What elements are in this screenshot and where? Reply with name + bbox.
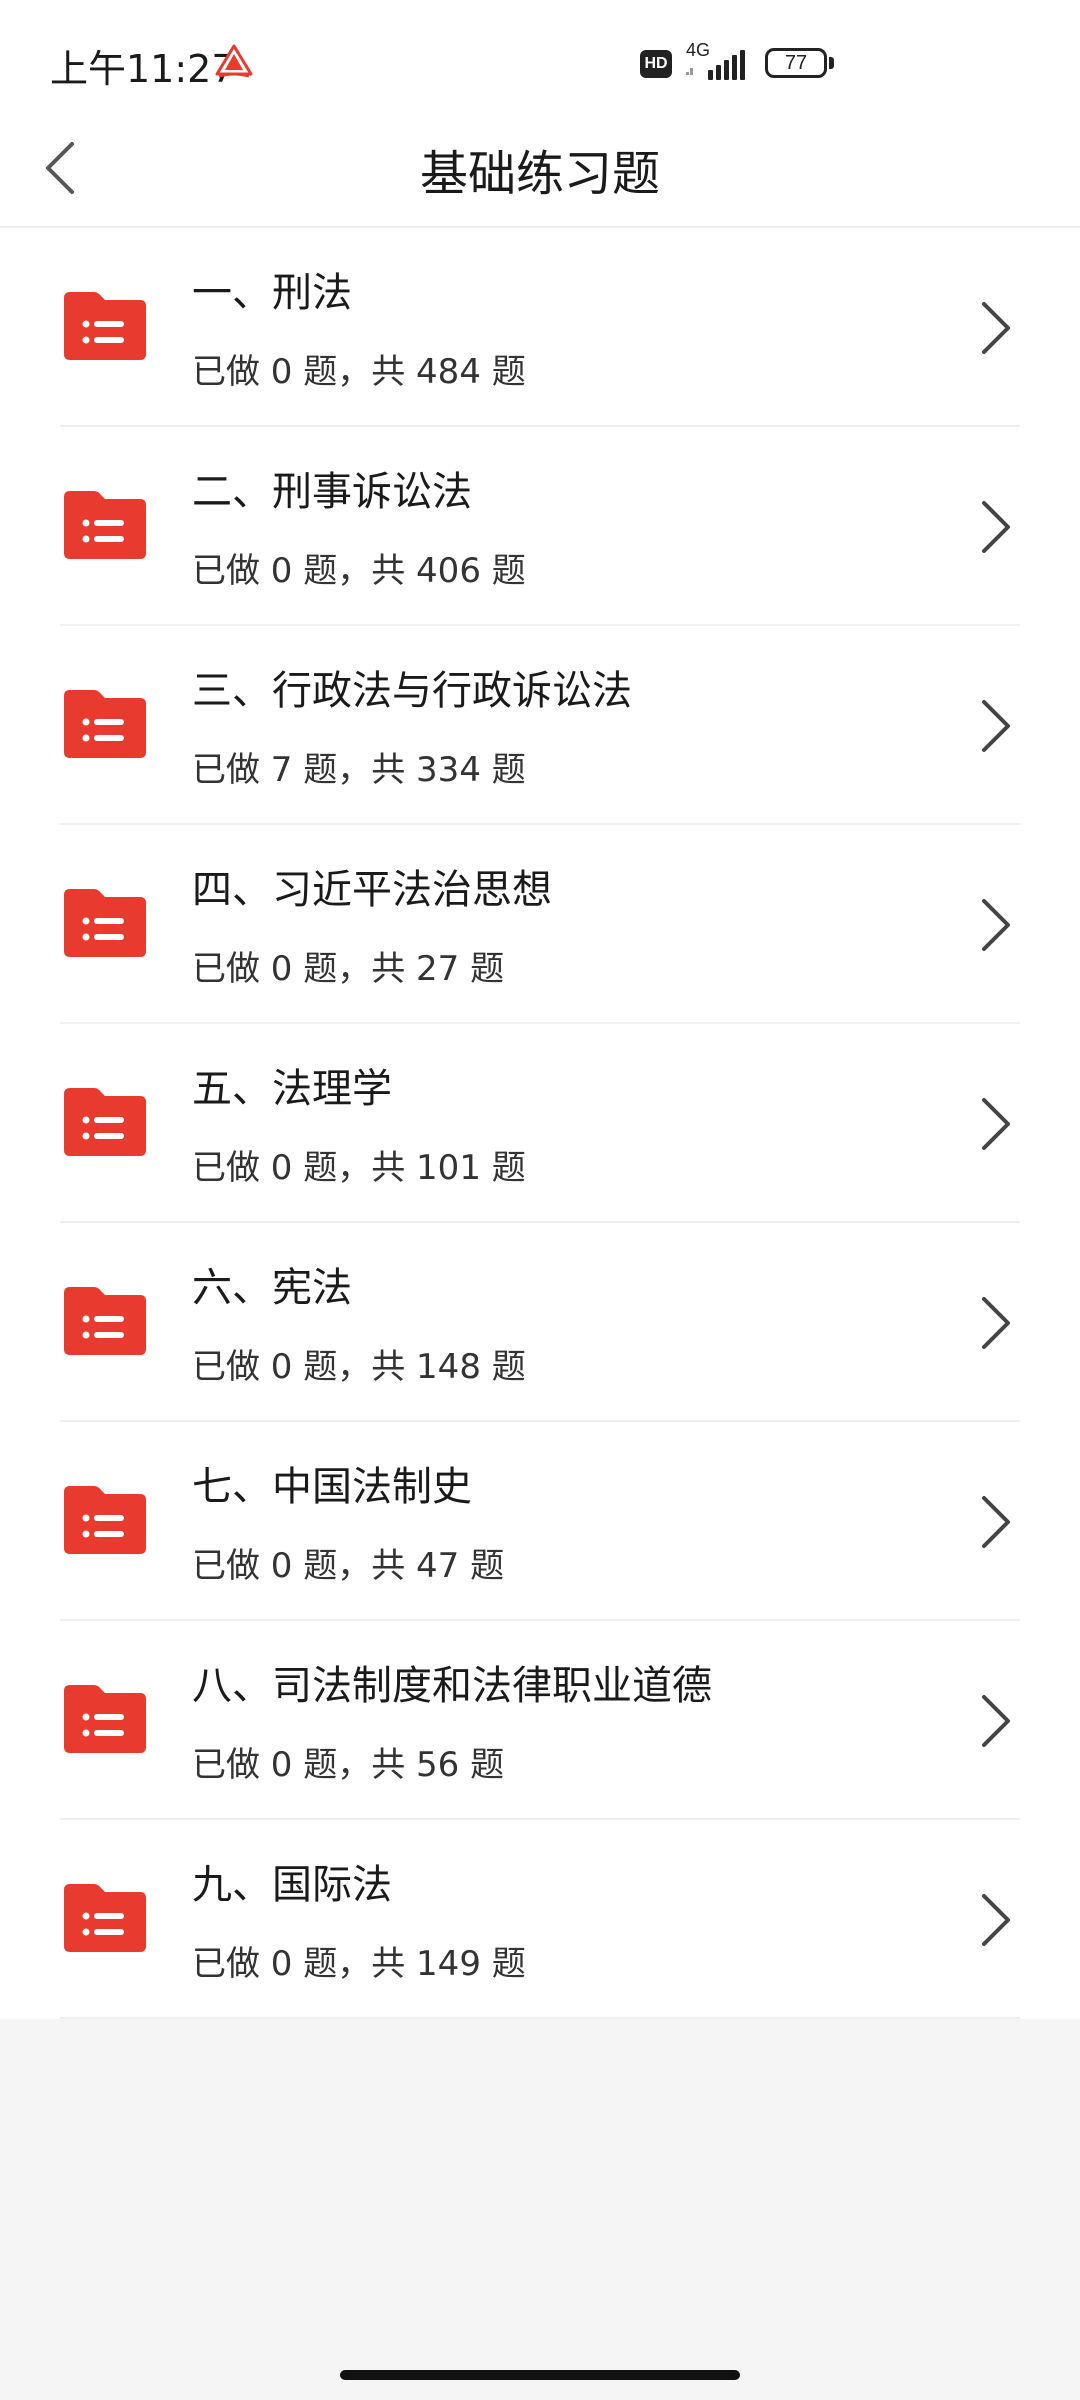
list-item[interactable]: 四、习近平法治思想已做 0 题，共 27 题 bbox=[0, 825, 1080, 1024]
list-item-title: 九、国际法 bbox=[192, 1862, 392, 1908]
list-item[interactable]: 八、司法制度和法律职业道德已做 0 题，共 56 题 bbox=[0, 1621, 1080, 1820]
list-item-title: 四、习近平法治思想 bbox=[192, 867, 552, 913]
chevron-right-icon bbox=[982, 1496, 1010, 1548]
divider bbox=[60, 2017, 1020, 2019]
list-item[interactable]: 七、中国法制史已做 0 题，共 47 题 bbox=[0, 1422, 1080, 1621]
list-item-progress: 已做 7 题，共 334 题 bbox=[192, 750, 526, 790]
list-item-progress: 已做 0 题，共 101 题 bbox=[192, 1148, 526, 1188]
list-folder-icon bbox=[64, 690, 146, 758]
hd-badge: HD bbox=[640, 50, 672, 78]
battery-level-text: 77 bbox=[784, 52, 808, 74]
list-item[interactable]: 三、行政法与行政诉讼法已做 7 题，共 334 题 bbox=[0, 626, 1080, 825]
page-title: 基础练习题 bbox=[419, 146, 660, 202]
list-item-title: 三、行政法与行政诉讼法 bbox=[192, 668, 632, 714]
chevron-right-icon bbox=[982, 302, 1010, 354]
exercise-list: 一、刑法已做 0 题，共 484 题二、刑事诉讼法已做 0 题，共 406 题三… bbox=[0, 228, 1080, 2019]
chevron-right-icon bbox=[982, 700, 1010, 752]
nav-bar: 基础练习题 bbox=[0, 110, 1080, 228]
chevron-right-icon bbox=[982, 1695, 1010, 1747]
list-item-progress: 已做 0 题，共 149 题 bbox=[192, 1944, 526, 1984]
status-time: 上午11:27 bbox=[50, 47, 236, 91]
chevron-right-icon bbox=[982, 1098, 1010, 1150]
list-item-progress: 已做 0 题，共 56 题 bbox=[192, 1745, 505, 1785]
mountain-app-icon bbox=[215, 44, 253, 78]
chevron-right-icon bbox=[982, 501, 1010, 553]
list-folder-icon bbox=[64, 1884, 146, 1952]
list-folder-icon bbox=[64, 1685, 146, 1753]
list-item[interactable]: 九、国际法已做 0 题，共 149 题 bbox=[0, 1820, 1080, 2019]
list-item[interactable]: 五、法理学已做 0 题，共 101 题 bbox=[0, 1024, 1080, 1223]
list-item-title: 八、司法制度和法律职业道德 bbox=[192, 1663, 712, 1709]
list-folder-icon bbox=[64, 889, 146, 957]
list-folder-icon bbox=[64, 292, 146, 360]
list-item[interactable]: 六、宪法已做 0 题，共 148 题 bbox=[0, 1223, 1080, 1422]
signal-strength-icon bbox=[686, 50, 745, 80]
list-folder-icon bbox=[64, 1287, 146, 1355]
list-item-progress: 已做 0 题，共 484 题 bbox=[192, 352, 526, 392]
list-item[interactable]: 二、刑事诉讼法已做 0 题，共 406 题 bbox=[0, 427, 1080, 626]
list-folder-icon bbox=[64, 491, 146, 559]
status-bar: 上午11:27 HD 4G 77 bbox=[0, 0, 1080, 110]
list-item[interactable]: 一、刑法已做 0 题，共 484 题 bbox=[0, 228, 1080, 427]
list-item-progress: 已做 0 题，共 27 题 bbox=[192, 949, 505, 989]
list-item-title: 二、刑事诉讼法 bbox=[192, 469, 472, 515]
chevron-right-icon bbox=[982, 899, 1010, 951]
list-item-title: 五、法理学 bbox=[192, 1066, 392, 1112]
chevron-right-icon bbox=[982, 1894, 1010, 1946]
battery-cap bbox=[829, 57, 834, 69]
battery-icon: 77 bbox=[765, 48, 827, 78]
chevron-right-icon bbox=[982, 1297, 1010, 1349]
list-folder-icon bbox=[64, 1088, 146, 1156]
list-item-progress: 已做 0 题，共 47 题 bbox=[192, 1546, 505, 1586]
list-folder-icon bbox=[64, 1486, 146, 1554]
list-item-progress: 已做 0 题，共 406 题 bbox=[192, 551, 526, 591]
list-item-title: 六、宪法 bbox=[192, 1265, 352, 1311]
list-item-progress: 已做 0 题，共 148 题 bbox=[192, 1347, 526, 1387]
list-item-title: 七、中国法制史 bbox=[192, 1464, 472, 1510]
home-indicator[interactable] bbox=[340, 2370, 740, 2380]
list-item-title: 一、刑法 bbox=[192, 270, 352, 316]
